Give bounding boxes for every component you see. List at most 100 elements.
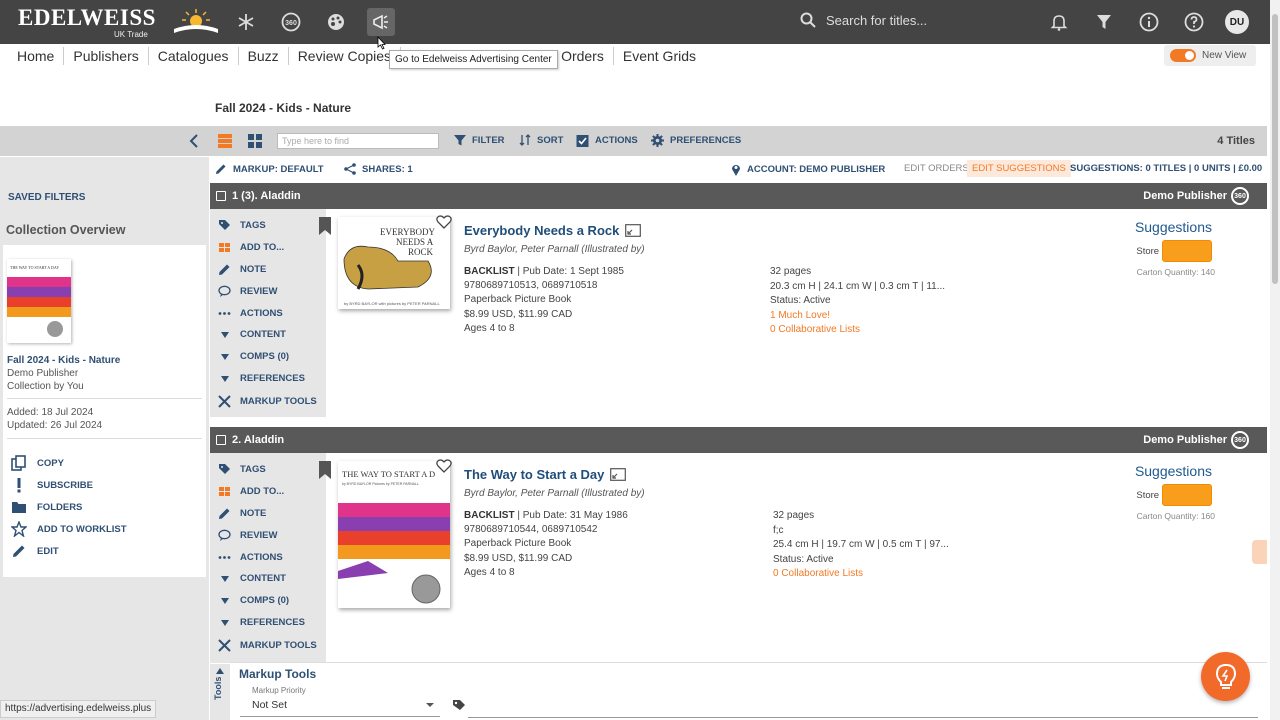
snowflake-icon[interactable] <box>232 8 260 36</box>
note-action[interactable]: NOTE <box>218 263 266 276</box>
references-action[interactable]: REFERENCES <box>218 617 305 628</box>
heart-icon[interactable] <box>436 215 452 229</box>
side-feedback-tab[interactable] <box>1252 540 1267 564</box>
nav-publishers[interactable]: Publishers <box>64 47 149 65</box>
edit-suggestions-tab[interactable]: EDIT SUGGESTIONS <box>967 160 1071 177</box>
saved-filters-link[interactable]: SAVED FILTERS <box>8 192 85 203</box>
bookmark-icon[interactable] <box>318 217 332 235</box>
scroll-thumb[interactable] <box>1272 14 1278 284</box>
review-action[interactable]: REVIEW <box>218 529 277 542</box>
speech-bubble-icon <box>218 285 231 297</box>
add-to-action[interactable]: ADD TO... <box>218 241 284 254</box>
actions-action[interactable]: ACTIONS <box>218 307 283 320</box>
group-checkbox[interactable] <box>216 435 226 445</box>
360-icon[interactable]: 360 <box>277 8 305 36</box>
pencil-icon <box>219 508 230 519</box>
nav-catalogues[interactable]: Catalogues <box>149 47 239 65</box>
book-title[interactable]: Everybody Needs a Rock <box>464 223 642 238</box>
titles-count: 4 Titles <box>1217 135 1255 147</box>
tags-action[interactable]: TAGS <box>218 219 266 232</box>
tag-input-line[interactable] <box>468 717 1258 718</box>
help-fab-button[interactable] <box>1201 652 1250 701</box>
shares-button[interactable]: SHARES: 1 <box>344 163 413 175</box>
new-view-toggle[interactable]: New View <box>1164 45 1256 66</box>
tag-icon[interactable] <box>452 699 466 713</box>
add-to-worklist-button[interactable]: ADD TO WORKLIST <box>11 521 127 537</box>
group-checkbox[interactable] <box>216 191 226 201</box>
content-action[interactable]: CONTENT <box>218 573 286 584</box>
user-avatar[interactable]: DU <box>1225 10 1249 34</box>
360-icon[interactable]: 360 <box>1231 187 1249 205</box>
book-title[interactable]: The Way to Start a Day <box>464 467 627 482</box>
markup-tools-action[interactable]: MARKUP TOOLS <box>218 639 317 652</box>
content-action[interactable]: CONTENT <box>218 329 286 340</box>
help-icon[interactable] <box>1184 12 1204 32</box>
add-to-action[interactable]: ADD TO... <box>218 485 284 498</box>
expand-image-icon[interactable] <box>610 468 627 481</box>
grid-view-icon[interactable] <box>248 134 262 148</box>
filter-button[interactable]: FILTER <box>454 134 505 146</box>
folder-icon <box>12 502 26 513</box>
stack-icon <box>219 487 230 496</box>
expand-image-icon[interactable] <box>625 224 642 237</box>
markup-priority-select[interactable]: Not Set <box>240 695 440 717</box>
preferences-button[interactable]: PREFERENCES <box>651 134 741 147</box>
store-quantity-input[interactable] <box>1162 240 1212 262</box>
store-quantity-input[interactable] <box>1162 484 1212 506</box>
info-icon[interactable] <box>1139 12 1159 32</box>
collaborative-lists-link[interactable]: 0 Collaborative Lists <box>773 567 949 582</box>
page-scrollbar[interactable] <box>1270 0 1280 720</box>
top-bar: EDELWEISS UK Trade 360 Search for titles… <box>0 0 1270 44</box>
book-authors: Byrd Baylor, Peter Parnall (Illustrated … <box>464 488 645 499</box>
edit-collection-button[interactable]: EDIT <box>11 543 59 559</box>
search-icon <box>800 12 816 28</box>
palette-icon[interactable] <box>322 8 350 36</box>
list-view-icon[interactable] <box>218 134 232 148</box>
caret-down-icon <box>220 375 229 382</box>
nav-home[interactable]: Home <box>8 47 65 65</box>
title-search[interactable]: Search for titles... <box>800 12 927 28</box>
360-icon[interactable]: 360 <box>1231 431 1249 449</box>
speech-bubble-icon <box>218 529 231 541</box>
search-input[interactable]: Search for titles... <box>826 13 927 28</box>
caret-down-icon <box>220 331 229 338</box>
review-action[interactable]: REVIEW <box>218 285 277 298</box>
references-action[interactable]: REFERENCES <box>218 373 305 384</box>
markup-tools-tab-label: Tools <box>213 676 223 700</box>
svg-text:by BYRD BAYLOR Pictures by PE: by BYRD BAYLOR Pictures by PETER PARNALL <box>342 482 419 486</box>
edelweiss-logo[interactable]: EDELWEISS UK Trade <box>18 5 218 39</box>
account-selector[interactable]: ACCOUNT: DEMO PUBLISHER <box>731 163 885 176</box>
much-love-link[interactable]: 1 Much Love! <box>770 309 945 324</box>
collection-name[interactable]: Fall 2024 - Kids - Nature <box>7 355 120 366</box>
book-cover-image[interactable]: EVERYBODY NEEDS A ROCK by BYRD BAYLOR wi… <box>338 217 450 309</box>
note-action[interactable]: NOTE <box>218 507 266 520</box>
heart-icon[interactable] <box>436 459 452 473</box>
markup-tools-action[interactable]: MARKUP TOOLS <box>218 395 317 408</box>
nav-event-grids[interactable]: Event Grids <box>614 47 705 65</box>
tags-action[interactable]: TAGS <box>218 463 266 476</box>
markup-default-button[interactable]: MARKUP: DEFAULT <box>215 163 324 175</box>
row-actions-column: TAGS ADD TO... NOTE REVIEW ACTIONS CONTE… <box>210 453 326 663</box>
bookmark-icon[interactable] <box>318 461 332 479</box>
collaborative-lists-link[interactable]: 0 Collaborative Lists <box>770 323 945 338</box>
copy-collection-button[interactable]: COPY <box>11 455 64 471</box>
actions-action[interactable]: ACTIONS <box>218 551 283 564</box>
sort-button[interactable]: SORT <box>519 134 563 146</box>
megaphone-icon[interactable] <box>367 8 395 36</box>
bell-icon[interactable] <box>1050 13 1068 31</box>
nav-buzz[interactable]: Buzz <box>239 47 289 65</box>
subscribe-button[interactable]: SUBSCRIBE <box>11 477 93 493</box>
actions-button[interactable]: ACTIONS <box>576 134 638 147</box>
tag-icon <box>219 220 230 230</box>
comps-action[interactable]: COMPS (0) <box>218 595 289 606</box>
toggle-switch[interactable] <box>1170 49 1196 62</box>
filter-icon[interactable] <box>1096 13 1112 31</box>
book-cover-image[interactable]: THE WAY TO START A D by BYRD BAYLOR Pict… <box>338 461 450 608</box>
find-input[interactable]: Type here to find <box>277 133 439 149</box>
edit-orders-tab[interactable]: EDIT ORDERS <box>900 160 973 177</box>
lightbulb-icon <box>1215 663 1236 689</box>
folders-button[interactable]: FOLDERS <box>11 499 82 515</box>
collection-cover-image[interactable]: THE WAY TO START A DAY <box>7 259 71 343</box>
chevron-left-icon[interactable] <box>189 134 199 148</box>
comps-action[interactable]: COMPS (0) <box>218 351 289 362</box>
